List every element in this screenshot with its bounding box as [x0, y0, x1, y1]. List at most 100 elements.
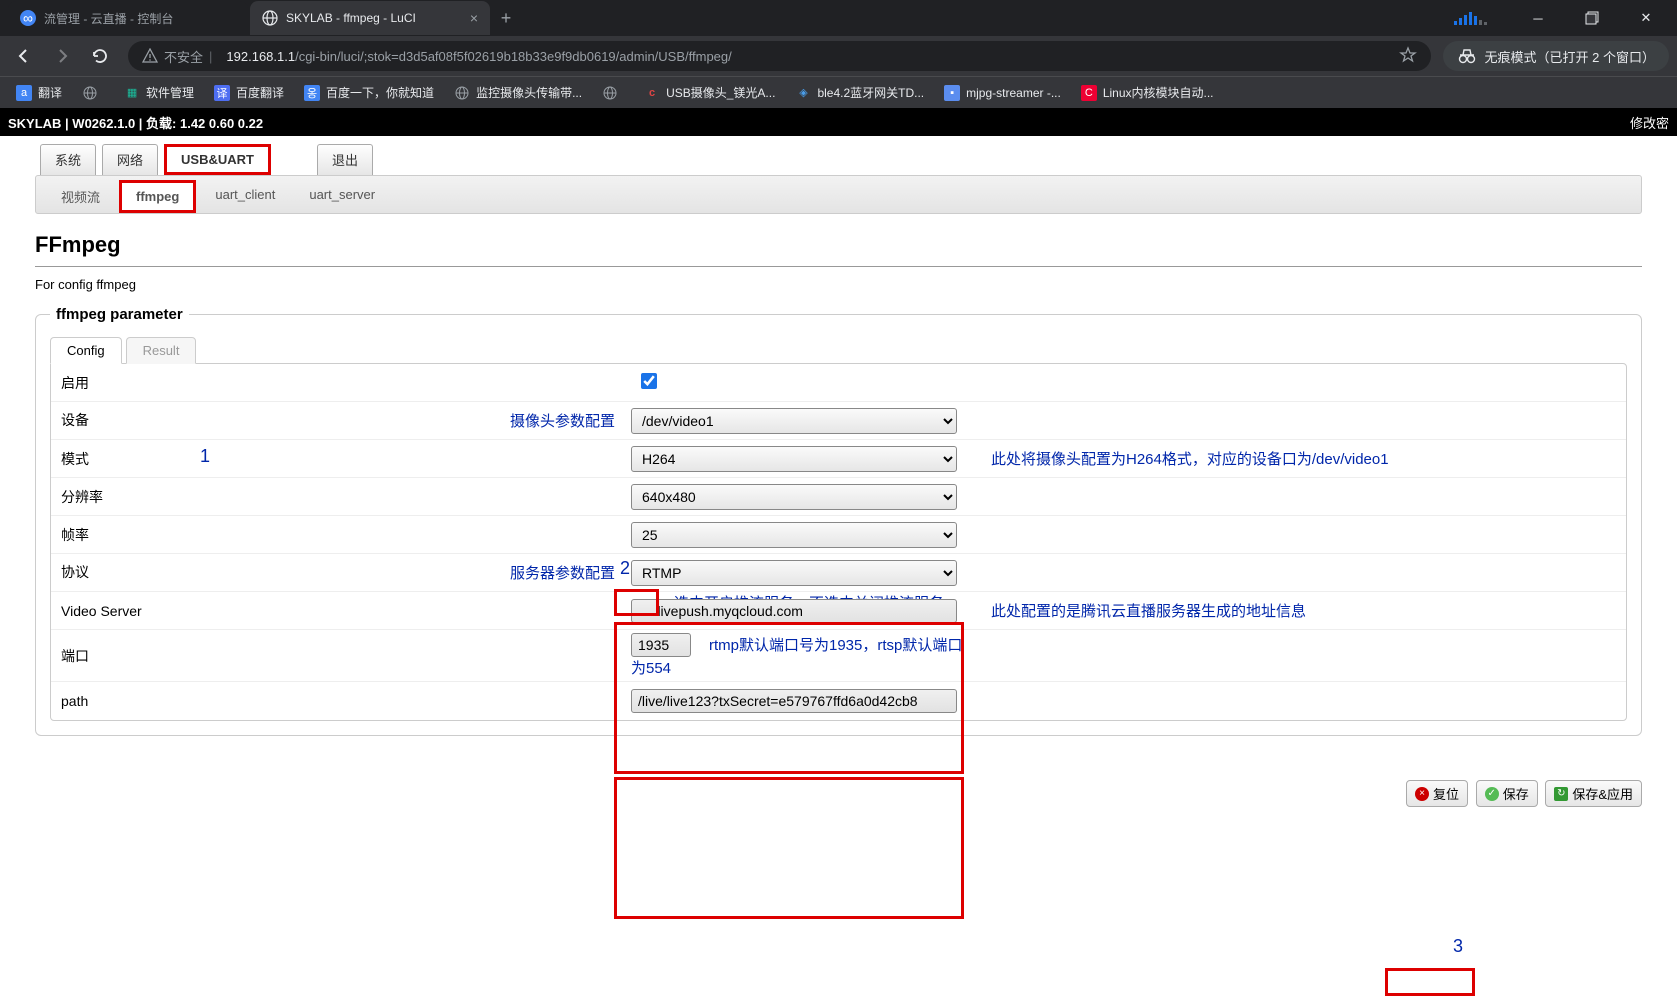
- bookmark-item[interactable]: ▦软件管理: [116, 80, 202, 105]
- sub-nav-uartclient[interactable]: uart_client: [200, 180, 290, 213]
- annotation-number-1: 1: [200, 446, 210, 467]
- nav-logout[interactable]: 退出: [317, 144, 373, 175]
- label-enable: 启用: [61, 373, 89, 393]
- incognito-label: 无痕模式（已打开 2 个窗口）: [1485, 47, 1655, 66]
- back-button[interactable]: [8, 40, 40, 72]
- label-device: 设备: [61, 410, 89, 431]
- nav-system[interactable]: 系统: [40, 144, 96, 175]
- annotation-number-2: 2: [620, 558, 630, 579]
- security-label: 不安全: [164, 47, 203, 66]
- resolution-select[interactable]: 640x480: [631, 484, 957, 510]
- minimize-button[interactable]: ─: [1515, 3, 1561, 33]
- url-text: 192.168.1.1/cgi-bin/luci/;stok=d3d5af08f…: [226, 49, 731, 64]
- nav-network[interactable]: 网络: [102, 144, 158, 175]
- tab-title: 流管理 - 云直播 - 控制台: [44, 10, 236, 27]
- security-warning: 不安全 |: [142, 47, 218, 66]
- row-device: 设备 摄像头参数配置 /dev/video1: [51, 402, 1626, 440]
- row-path: path: [51, 682, 1626, 720]
- bookmark-item[interactable]: [74, 81, 112, 105]
- highlight-box-save: [1385, 968, 1475, 996]
- path-input[interactable]: [631, 689, 957, 713]
- sub-nav-ffmpeg[interactable]: ffmpeg: [119, 180, 196, 213]
- cloud-icon: ∞: [20, 10, 36, 26]
- mode-select[interactable]: H264: [631, 446, 957, 472]
- label-protocol: 协议: [61, 562, 89, 583]
- anno-camera-params: 摄像头参数配置: [510, 410, 631, 431]
- app-icon: ▪: [944, 85, 960, 101]
- bookmark-item[interactable]: 监控摄像头传输带...: [446, 80, 590, 105]
- save-button[interactable]: ✓保存: [1476, 780, 1538, 807]
- globe-icon: [262, 10, 278, 26]
- sub-nav-wrap: 视频流 ffmpeg uart_client uart_server: [35, 175, 1642, 214]
- content: 1 2 3 选中开启推流服务，不选中关闭推流服务 FFmpeg For conf…: [0, 214, 1677, 825]
- tab-bar: ∞ 流管理 - 云直播 - 控制台 SKYLAB - ffmpeg - LuCI…: [0, 0, 1677, 36]
- browser-tab-inactive[interactable]: ∞ 流管理 - 云直播 - 控制台: [8, 1, 248, 35]
- sub-nav-uartserver[interactable]: uart_server: [294, 180, 390, 213]
- label-resolution: 分辨率: [61, 487, 103, 507]
- csdn-icon: c: [644, 85, 660, 101]
- page-title: FFmpeg: [35, 224, 1642, 267]
- bookmark-item[interactable]: ◈ble4.2蓝牙网关TD...: [787, 80, 932, 105]
- tab-config[interactable]: Config: [50, 337, 122, 364]
- save-apply-button[interactable]: ↻保存&应用: [1545, 780, 1642, 807]
- maximize-button[interactable]: [1569, 3, 1615, 33]
- nav-usbuart[interactable]: USB&UART: [164, 144, 271, 175]
- bookmark-item[interactable]: 옹百度一下，你就知道: [296, 80, 442, 105]
- forward-button[interactable]: [46, 40, 78, 72]
- close-window-button[interactable]: ✕: [1623, 3, 1669, 33]
- close-icon[interactable]: ×: [470, 10, 478, 26]
- app-icon: ▦: [124, 85, 140, 101]
- label-fps: 帧率: [61, 525, 89, 545]
- form-table: 启用 设备 摄像头参数配置 /dev/video1 模式 H264 此处将摄像头配…: [50, 363, 1627, 721]
- browser-chrome: ∞ 流管理 - 云直播 - 控制台 SKYLAB - ffmpeg - LuCI…: [0, 0, 1677, 108]
- header-title: SKYLAB | W0262.1.0 | 负载: 1.42 0.60 0.22: [8, 113, 263, 132]
- bookmark-item[interactable]: 译百度翻译: [206, 80, 292, 105]
- translate-icon: 译: [214, 85, 230, 101]
- reload-button[interactable]: [84, 40, 116, 72]
- incognito-badge[interactable]: 无痕模式（已打开 2 个窗口）: [1443, 41, 1669, 71]
- tab-result[interactable]: Result: [126, 337, 197, 364]
- new-tab-button[interactable]: +: [492, 4, 520, 32]
- bookmark-item[interactable]: ▪mjpg-streamer -...: [936, 81, 1069, 105]
- csdn-icon: C: [1081, 85, 1097, 101]
- reset-icon: ×: [1415, 787, 1429, 801]
- warning-icon: [142, 48, 158, 64]
- header-right[interactable]: 修改密: [1630, 113, 1669, 132]
- device-select[interactable]: /dev/video1: [631, 408, 957, 434]
- label-mode: 模式: [61, 449, 89, 469]
- bookmark-star-icon[interactable]: [1399, 46, 1417, 67]
- row-mode: 模式 H264 此处将摄像头配置为H264格式，对应的设备口为/dev/vide…: [51, 440, 1626, 478]
- bookmark-item[interactable]: cUSB摄像头_镁光A...: [636, 80, 783, 105]
- enable-checkbox[interactable]: [641, 373, 657, 389]
- bookmark-item[interactable]: [594, 81, 632, 105]
- tab-title: SKYLAB - ffmpeg - LuCI: [286, 11, 462, 25]
- page-description: For config ffmpeg: [35, 277, 1642, 292]
- bookmark-item[interactable]: a翻译: [8, 80, 70, 105]
- row-resolution: 分辨率 640x480: [51, 478, 1626, 516]
- globe-icon: [82, 85, 98, 101]
- url-bar[interactable]: 不安全 | 192.168.1.1/cgi-bin/luci/;stok=d3d…: [128, 41, 1431, 71]
- check-icon: ✓: [1485, 787, 1499, 801]
- nav-bar: 不安全 | 192.168.1.1/cgi-bin/luci/;stok=d3d…: [0, 36, 1677, 76]
- cube-icon: ◈: [795, 85, 811, 101]
- port-input[interactable]: [631, 633, 691, 657]
- browser-tab-active[interactable]: SKYLAB - ffmpeg - LuCI ×: [250, 1, 490, 35]
- action-bar: ×复位 ✓保存 ↻保存&应用: [35, 750, 1642, 815]
- sub-nav: 视频流 ffmpeg uart_client uart_server: [35, 175, 1642, 214]
- sub-nav-video[interactable]: 视频流: [46, 180, 115, 213]
- label-server: Video Server: [61, 603, 142, 619]
- reset-button[interactable]: ×复位: [1406, 780, 1468, 807]
- globe-icon: [602, 85, 618, 101]
- protocol-select[interactable]: RTMP: [631, 560, 957, 586]
- inner-tabs: Config Result: [50, 337, 1627, 364]
- baidu-icon: 옹: [304, 85, 320, 101]
- row-server: Video Server 此处配置的是腾讯云直播服务器生成的地址信息: [51, 592, 1626, 630]
- row-fps: 帧率 25: [51, 516, 1626, 554]
- globe-icon: [454, 85, 470, 101]
- row-protocol: 协议 服务器参数配置 RTMP: [51, 554, 1626, 592]
- server-input[interactable]: [631, 599, 957, 623]
- anno-server-params: 服务器参数配置: [510, 562, 631, 583]
- bookmark-item[interactable]: CLinux内核模块自动...: [1073, 80, 1222, 105]
- fps-select[interactable]: 25: [631, 522, 957, 548]
- translate-icon: a: [16, 85, 32, 101]
